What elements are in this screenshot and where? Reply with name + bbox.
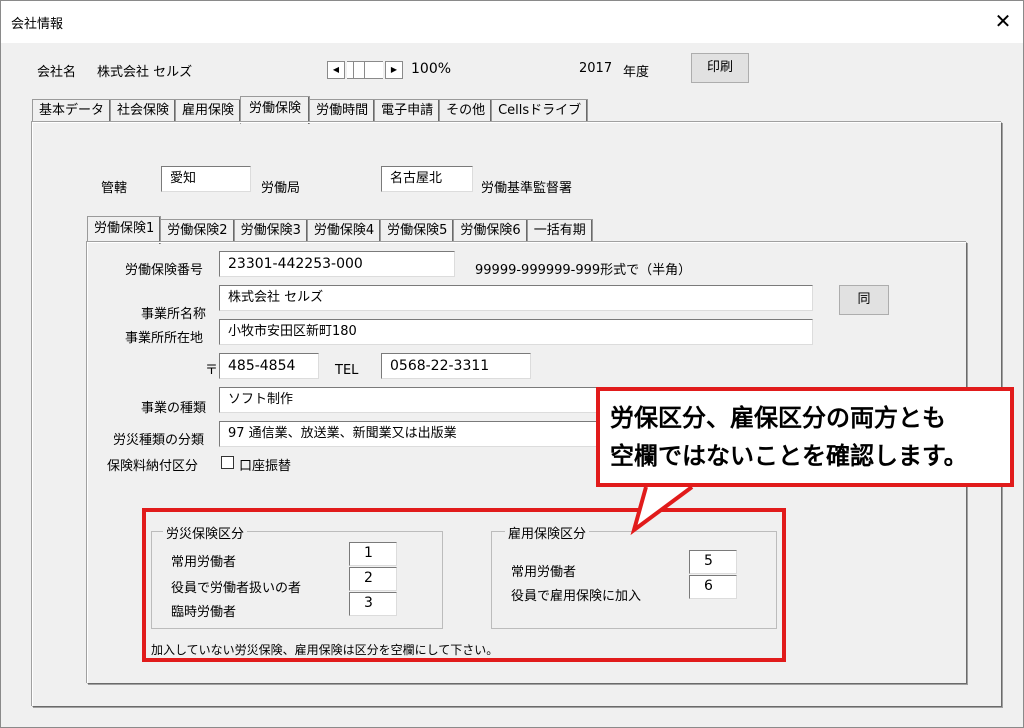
tab-working-hours[interactable]: 労働時間 [309, 99, 376, 123]
zoom-level: 100% [411, 61, 452, 77]
zoom-track[interactable] [347, 61, 383, 79]
tab-basic-data[interactable]: 基本データ [32, 99, 112, 123]
print-button[interactable]: 印刷 [691, 53, 749, 83]
close-icon[interactable]: ✕ [989, 7, 1017, 35]
prefecture-field[interactable]: 愛知 [161, 166, 251, 192]
subtab-labor-insurance-4[interactable]: 労働保険4 [306, 219, 382, 243]
tab-labor-insurance[interactable]: 労働保険 [240, 96, 311, 124]
subtab-labor-insurance-3[interactable]: 労働保険3 [233, 219, 308, 243]
annotation-callout: 労保区分、雇保区分の両方とも 空欄ではないことを確認します。 [596, 387, 1014, 487]
main-tab-strip: 基本データ 社会保険 雇用保険 労働保険 労働時間 電子申請 その他 Cells… [32, 95, 589, 124]
accident-class-label: 労災種類の分類 [113, 433, 205, 448]
zoom-right-arrow-icon[interactable]: ▶ [385, 61, 403, 79]
subtab-labor-insurance-6[interactable]: 労働保険6 [453, 219, 528, 243]
jurisdiction-label: 管轄 [101, 181, 128, 196]
insurance-no-label: 労働保険番号 [125, 263, 204, 278]
sub-tab-strip: 労働保険1 労働保険2 労働保険3 労働保険4 労働保険5 労働保険6 一括有期 [87, 215, 593, 244]
company-label: 会社名 [37, 65, 77, 80]
tab-employment-insurance[interactable]: 雇用保険 [175, 99, 242, 123]
company-name: 株式会社 セルズ [97, 65, 193, 80]
postal-field[interactable]: 485-4854 [219, 353, 319, 379]
callout-pointer [630, 484, 694, 536]
payment-label: 保険料納付区分 [107, 459, 199, 474]
subtab-labor-insurance-2[interactable]: 労働保険2 [160, 219, 235, 243]
tab-social-insurance[interactable]: 社会保険 [110, 99, 177, 123]
insurance-no-field[interactable]: 23301-442253-000 [219, 251, 455, 277]
payment-option-label: 口座振替 [239, 459, 292, 474]
callout-line-1: 労保区分、雇保区分の両方とも [610, 404, 946, 432]
fiscal-year-label: 年度 [623, 65, 650, 80]
labor-bureau-label: 労働局 [261, 181, 301, 196]
labor-office-label: 労働基準監督署 [481, 181, 573, 196]
postal-mark: 〒 [205, 363, 219, 378]
tab-cells-drive[interactable]: Cellsドライブ [491, 99, 589, 123]
subtab-labor-insurance-5[interactable]: 労働保険5 [380, 219, 455, 243]
fiscal-year: 2017 [579, 61, 613, 76]
business-type-label: 事業の種類 [141, 401, 207, 416]
tel-label: TEL [335, 363, 359, 378]
payment-checkbox[interactable] [221, 456, 234, 469]
insurance-no-hint: 99999-999999-999形式で（半角） [475, 263, 692, 278]
office-name-label: 事業所名称 [141, 307, 207, 322]
office-address-label: 事業所所在地 [125, 331, 204, 346]
same-button[interactable]: 同 [839, 285, 889, 315]
tel-field[interactable]: 0568-22-3311 [381, 353, 531, 379]
window-title: 会社情報 [11, 17, 64, 32]
subtab-lump-sum[interactable]: 一括有期 [526, 219, 593, 243]
office-address-field[interactable]: 小牧市安田区新町180 [219, 319, 813, 345]
subtab-labor-insurance-1[interactable]: 労働保険1 [87, 216, 162, 244]
tab-other[interactable]: その他 [439, 99, 493, 123]
title-bar: 会社情報 ✕ [1, 1, 1023, 43]
zoom-left-arrow-icon[interactable]: ◀ [327, 61, 345, 79]
office-name-field[interactable]: 株式会社 セルズ [219, 285, 813, 311]
office-field[interactable]: 名古屋北 [381, 166, 473, 192]
zoom-thumb[interactable] [353, 61, 365, 79]
callout-line-2: 空欄ではないことを確認します。 [610, 442, 968, 470]
tab-e-application[interactable]: 電子申請 [374, 99, 441, 123]
